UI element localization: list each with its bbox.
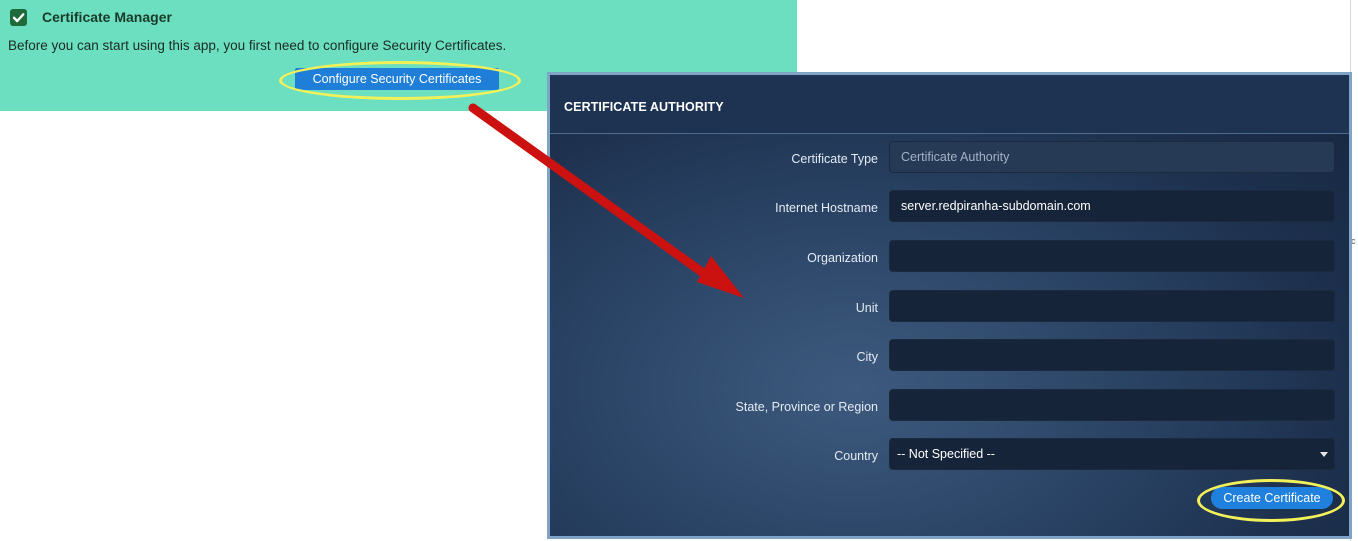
country-label: Country	[834, 449, 878, 463]
certificate-type-field	[889, 141, 1335, 173]
configure-security-certificates-button[interactable]: Configure Security Certificates	[295, 68, 499, 90]
unit-label: Unit	[855, 301, 878, 315]
certificate-authority-panel: CERTIFICATE AUTHORITY Certificate Type I…	[547, 72, 1352, 539]
create-certificate-button[interactable]: Create Certificate	[1211, 487, 1333, 509]
certificate-type-label: Certificate Type	[791, 152, 878, 166]
country-select[interactable]: -- Not Specified --	[889, 438, 1335, 470]
check-square-icon	[10, 9, 27, 26]
country-selected-value: -- Not Specified --	[897, 447, 995, 461]
organization-label: Organization	[807, 251, 878, 265]
notice-title: Certificate Manager	[42, 9, 172, 25]
unit-input[interactable]	[889, 290, 1335, 322]
panel-title: CERTIFICATE AUTHORITY	[564, 100, 724, 114]
internet-hostname-input[interactable]	[889, 190, 1335, 222]
internet-hostname-label: Internet Hostname	[775, 201, 878, 215]
state-province-region-label: State, Province or Region	[735, 400, 878, 414]
organization-input[interactable]	[889, 240, 1335, 272]
panel-header: CERTIFICATE AUTHORITY	[550, 75, 1349, 134]
chevron-down-icon	[1320, 452, 1328, 457]
city-input[interactable]	[889, 339, 1335, 371]
state-province-region-input[interactable]	[889, 389, 1335, 421]
notice-message: Before you can start using this app, you…	[8, 38, 507, 53]
city-label: City	[856, 350, 878, 364]
